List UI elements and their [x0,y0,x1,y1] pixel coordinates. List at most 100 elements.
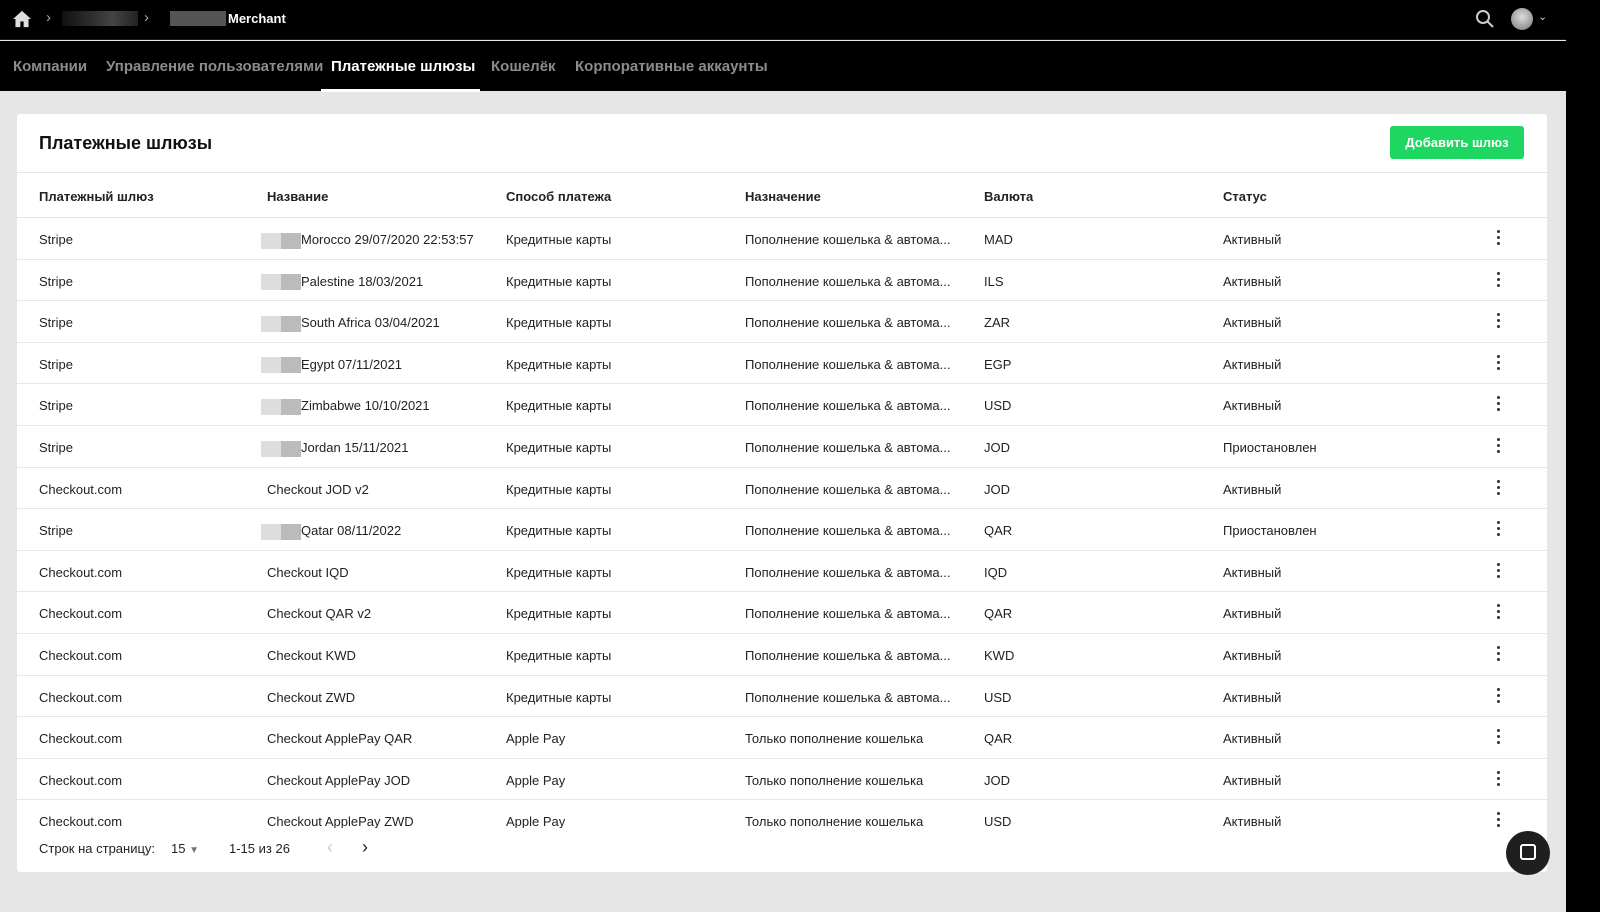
tab-companies[interactable]: Компании [13,58,87,75]
status-cell: Активный [1223,814,1282,828]
more-options-icon[interactable] [1495,230,1501,246]
rows-per-page-label: Строк на страницу: [39,841,156,856]
purpose-cell: Только пополнение кошелька [745,772,924,788]
currency-cell: IQD [984,564,1008,580]
table-row[interactable]: Stripe Zimbabwe 10/10/2021 Кредитные карты… [17,384,1547,426]
table-row[interactable]: Stripe Qatar 08/11/2022 Кредитные карты Поп… [17,509,1547,551]
status-cell: Активный [1223,398,1282,414]
more-options-icon[interactable] [1495,687,1501,704]
currency-cell: QAR [984,523,1013,539]
purpose-cell: Пополнение кошелька & автома... [745,564,951,580]
currency-cell: QAR [984,606,1013,622]
table-row[interactable]: Stripe Morocco 29/07/2020 22:53:57 Кредитн… [17,218,1547,260]
gateway-cell: Checkout.com [39,647,123,663]
name-cell: Zimbabwe 10/10/2021 [261,398,430,415]
purpose-cell: Пополнение кошелька & автома... [745,523,951,539]
purpose-cell: Пополнение кошелька & автома... [745,398,951,414]
table-row[interactable]: Checkout.com Checkout IQD Кредитные карты П… [17,551,1547,593]
pagination: Строк на страницу: 15 ▼ 1-15 из 26 ‹ › [17,828,1547,872]
table-row[interactable]: Checkout.com Checkout ApplePay ZWD Apple P… [17,800,1547,828]
currency-cell: USD [984,814,1012,828]
tab-payment-gateways[interactable]: Платежные шлюзы [331,58,475,75]
avatar[interactable] [1511,8,1533,30]
table-row[interactable]: Stripe South Africa 03/04/2021 Кредитные к… [17,301,1547,343]
more-options-icon[interactable] [1495,354,1501,371]
purpose-cell: Пополнение кошелька & автома... [745,481,951,497]
name-text: Morocco 29/07/2020 22:53:57 [301,232,474,247]
status-cell: Приостановлен [1223,439,1317,455]
page-range: 1-15 из 26 [229,841,290,856]
more-options-icon[interactable] [1495,479,1501,496]
column-header[interactable]: Валюта [984,189,1033,204]
tab-user-management[interactable]: Управление пользователями [106,58,323,75]
more-options-icon[interactable] [1495,437,1501,454]
more-options-icon[interactable] [1495,604,1501,620]
name-cell: Jordan 15/11/2021 [261,440,408,457]
method-cell: Apple Pay [506,772,566,788]
table-row[interactable]: Checkout.com Checkout ZWD Кредитные карты П… [17,676,1547,718]
table-row[interactable]: Checkout.com Checkout JOD v2 Кредитные кар… [17,468,1547,510]
next-page-icon[interactable]: › [362,837,368,858]
table-body: Stripe Morocco 29/07/2020 22:53:57 Кредитн… [17,218,1547,828]
name-cell: South Africa 03/04/2021 [261,315,440,332]
currency-cell: JOD [984,439,1010,455]
more-options-icon[interactable] [1495,396,1501,412]
table-row[interactable]: Checkout.com Checkout ApplePay JOD Apple P… [17,759,1547,801]
more-options-icon[interactable] [1495,770,1501,787]
more-options-icon[interactable] [1495,562,1501,579]
chat-button[interactable] [1506,831,1550,875]
method-cell: Кредитные карты [506,606,612,622]
caret-down-icon: ▼ [189,845,199,856]
column-header[interactable]: Назначение [745,189,821,204]
tab-wallet[interactable]: Кошелёк [491,58,556,75]
name-text: Qatar 08/11/2022 [301,523,402,539]
gateway-cell: Checkout.com [39,731,123,747]
gateway-cell: Stripe [39,315,73,331]
purpose-cell: Только пополнение кошелька [745,731,924,747]
blurred-image [261,315,301,332]
gateway-cell: Stripe [39,273,73,289]
purpose-cell: Пополнение кошелька & автома... [745,606,951,622]
more-options-icon[interactable] [1495,812,1501,828]
name-cell: Palestine 18/03/2021 [261,273,424,291]
name-text: South Africa 03/04/2021 [301,315,440,331]
more-options-icon[interactable] [1495,271,1501,288]
add-gateway-button[interactable]: Добавить шлюз [1390,126,1524,159]
chevron-down-icon[interactable]: ⌄ [1538,10,1547,23]
more-options-icon[interactable] [1495,521,1501,537]
more-options-icon[interactable] [1495,729,1501,745]
name-cell: Checkout ZWD [267,689,356,705]
chevron-right-icon: › [46,9,51,26]
window-edge [1566,0,1600,912]
column-header[interactable]: Способ платежа [506,189,611,204]
column-header[interactable]: Платежный шлюз [39,189,154,204]
blurred-image [261,398,301,415]
table-row[interactable]: Stripe Palestine 18/03/2021 Кредитные карт… [17,260,1547,302]
search-icon[interactable] [1475,9,1495,29]
table-row[interactable]: Checkout.com Checkout KWD Кредитные карты П… [17,634,1547,676]
method-cell: Apple Pay [506,814,566,828]
table-row[interactable]: Stripe Jordan 15/11/2021 Кредитные карты По… [17,426,1547,468]
prev-page-icon[interactable]: ‹ [327,837,333,858]
tab-corporate-accounts[interactable]: Корпоративные аккаунты [575,58,768,75]
purpose-cell: Пополнение кошелька & автома... [745,273,951,289]
gateway-cell: Checkout.com [39,689,123,705]
name-text: Palestine 18/03/2021 [301,273,424,289]
breadcrumb-current[interactable]: Merchant [228,11,286,26]
column-header[interactable]: Название [267,189,328,204]
gateway-cell: Checkout.com [39,772,123,788]
table-row[interactable]: Checkout.com Checkout ApplePay QAR Apple P… [17,717,1547,759]
status-cell: Активный [1223,356,1282,372]
table-row[interactable]: Stripe Egypt 07/11/2021 Кредитные карты Поп… [17,343,1547,385]
name-cell: Checkout ApplePay ZWD [267,814,414,828]
column-header[interactable]: Статус [1223,189,1267,204]
more-options-icon[interactable] [1495,313,1501,329]
blurred-image [261,357,301,374]
home-icon[interactable] [12,10,32,28]
status-cell: Активный [1223,481,1282,497]
table-row[interactable]: Checkout.com Checkout QAR v2 Кредитные кар… [17,592,1547,634]
rows-per-page-select[interactable]: 15 ▼ [171,841,199,856]
more-options-icon[interactable] [1495,645,1501,662]
breadcrumb-blurred[interactable] [62,11,138,26]
status-cell: Активный [1223,232,1282,247]
